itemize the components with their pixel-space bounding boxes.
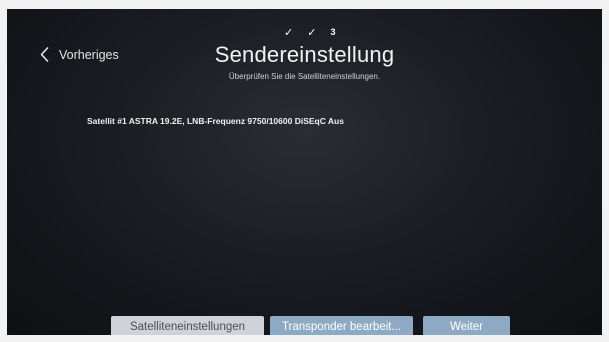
step-1-check-icon: ✓ (284, 26, 294, 39)
step-3-number: 3 (330, 27, 336, 37)
page-subtitle: Überprüfen Sie die Satelliteneinstellung… (228, 72, 381, 81)
satellite-settings-button[interactable]: Satelliteneinstellungen (111, 316, 264, 335)
transponder-edit-button[interactable]: Transponder bearbeit... (270, 316, 413, 335)
satellite-summary: Satellit #1 ASTRA 19.2E, LNB-Frequenz 97… (87, 116, 344, 126)
tv-bezel: ✓ ✓ 3 Vorheriges Sendereinstellung Überp… (0, 0, 609, 342)
tv-screen: ✓ ✓ 3 Vorheriges Sendereinstellung Überp… (7, 9, 602, 335)
step-indicator: ✓ ✓ 3 (284, 25, 335, 39)
page-title: Sendereinstellung (214, 42, 395, 67)
step-2-check-icon: ✓ (307, 26, 317, 39)
next-button[interactable]: Weiter (423, 316, 510, 335)
